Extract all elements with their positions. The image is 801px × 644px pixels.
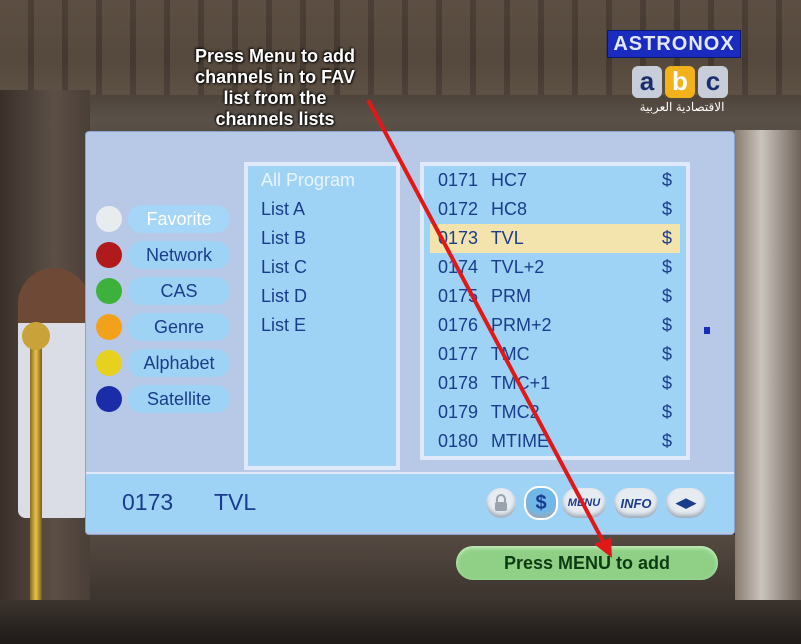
category-favorite[interactable]: Favorite — [94, 204, 230, 233]
info-bar: 0173 TVL $ MENU INFO ◀▶ — [86, 472, 734, 532]
scrambled-icon: $ — [661, 170, 672, 190]
channel-name: HC8 — [491, 199, 528, 219]
category-label: Satellite — [128, 385, 230, 413]
menu-key-icon[interactable]: MENU — [562, 488, 606, 518]
info-key-icon[interactable]: INFO — [614, 488, 658, 518]
logo-letter: a — [632, 66, 662, 98]
channel-name: MTIME — [491, 431, 550, 451]
channel-name: TVL+2 — [490, 257, 545, 277]
menu-hint-tooltip: Press MENU to add — [456, 546, 718, 580]
scrambled-icon: $ — [661, 199, 672, 219]
category-label: Favorite — [128, 205, 230, 233]
channel-list-panel: 0171 HC7 $ 0172 HC8 $ 0173 TVL $ 0174 TVL+2… — [420, 162, 690, 460]
scrambled-icon: $ — [661, 286, 672, 306]
category-label: Genre — [128, 313, 230, 341]
channel-row[interactable]: 0177 TMC $ — [424, 340, 686, 369]
category-label: CAS — [128, 277, 230, 305]
audience-person — [18, 268, 90, 518]
annotation-line: channels in to FAV — [195, 67, 355, 87]
channel-number: 0173 — [438, 228, 479, 248]
logo-letter: b — [665, 66, 695, 98]
list-item-c[interactable]: List C — [248, 253, 396, 282]
channel-number: 0176 — [438, 315, 479, 335]
scrambled-icon: $ — [661, 373, 672, 393]
red-dot-icon — [96, 242, 122, 268]
channel-number: 0175 — [438, 286, 479, 306]
instruction-annotation: Press Menu to add channels in to FAV lis… — [160, 46, 390, 130]
scrambled-filter-icon[interactable]: $ — [524, 486, 558, 520]
hall-right-wall — [735, 130, 801, 644]
category-label: Alphabet — [128, 349, 230, 377]
channel-number: 0178 — [438, 373, 479, 393]
annotation-line: list from the — [223, 88, 327, 108]
channel-number: 0180 — [438, 431, 479, 451]
scrambled-icon: $ — [661, 402, 672, 422]
receiver-brand-logo: ASTRONOX — [607, 30, 741, 58]
category-cas[interactable]: CAS — [94, 276, 230, 305]
channel-row[interactable]: 0176 PRM+2 $ — [424, 311, 686, 340]
scrambled-icon: $ — [661, 344, 672, 364]
white-dot-icon — [96, 206, 122, 232]
scrambled-icon: $ — [661, 228, 672, 248]
channel-number: 0179 — [438, 402, 479, 422]
scrollbar-thumb[interactable] — [704, 327, 710, 334]
brass-pole-top — [22, 322, 50, 350]
channel-name: TMC — [490, 344, 530, 364]
channel-number: 0177 — [438, 344, 479, 364]
current-channel-name: TVL — [214, 489, 257, 515]
channel-name: TMC+1 — [490, 373, 551, 393]
channel-name: TMC2 — [490, 402, 540, 422]
channel-number: 0171 — [438, 170, 479, 190]
channel-number: 0172 — [438, 199, 479, 219]
channel-name: PRM — [491, 286, 532, 306]
channel-row[interactable]: 0175 PRM $ — [424, 282, 686, 311]
channel-name: PRM+2 — [491, 315, 552, 335]
channel-row[interactable]: 0174 TVL+2 $ — [424, 253, 686, 282]
annotation-line: Press Menu to add — [194, 46, 356, 66]
category-satellite[interactable]: Satellite — [94, 384, 230, 413]
current-channel-number: 0173 — [122, 489, 174, 515]
category-genre[interactable]: Genre — [94, 312, 230, 341]
logo-letter: c — [698, 66, 728, 98]
seat-row — [0, 600, 801, 644]
scrambled-icon: $ — [661, 257, 672, 277]
orange-dot-icon — [96, 314, 122, 340]
program-list-panel: All Program List A List B List C List D … — [244, 162, 400, 470]
scrambled-icon: $ — [661, 431, 672, 451]
category-network[interactable]: Network — [94, 240, 230, 269]
channel-row[interactable]: 0178 TMC+1 $ — [424, 369, 686, 398]
channel-logo: a b c الاقتصادية العربية — [632, 66, 732, 118]
list-item-e[interactable]: List E — [248, 311, 396, 340]
list-item-b[interactable]: List B — [248, 224, 396, 253]
channel-row[interactable]: 0180 MTIME $ — [424, 427, 686, 456]
channel-number: 0174 — [438, 257, 479, 277]
category-label: Network — [128, 241, 230, 269]
scrambled-icon: $ — [661, 315, 672, 335]
list-item-a[interactable]: List A — [248, 195, 396, 224]
channel-row[interactable]: 0171 HC7 $ — [424, 166, 686, 195]
category-alphabet[interactable]: Alphabet — [94, 348, 230, 377]
annotation-line: channels lists — [215, 109, 335, 129]
logo-arabic-text: الاقتصادية العربية — [639, 100, 725, 114]
yellow-dot-icon — [96, 350, 122, 376]
blue-dot-icon — [96, 386, 122, 412]
channel-row-selected[interactable]: 0173 TVL $ — [430, 224, 680, 253]
channel-row[interactable]: 0172 HC8 $ — [424, 195, 686, 224]
channel-row[interactable]: 0179 TMC2 $ — [424, 398, 686, 427]
list-item-all-program[interactable]: All Program — [248, 166, 396, 195]
channel-name: HC7 — [491, 170, 528, 190]
green-dot-icon — [96, 278, 122, 304]
channel-list-menu: Favorite Network CAS Genre Alphabet Sate… — [86, 132, 734, 534]
left-right-arrows-icon[interactable]: ◀▶ — [666, 488, 706, 518]
lock-icon[interactable] — [486, 488, 516, 518]
channel-name: TVL — [490, 228, 524, 248]
brass-pole — [30, 340, 42, 644]
list-item-d[interactable]: List D — [248, 282, 396, 311]
